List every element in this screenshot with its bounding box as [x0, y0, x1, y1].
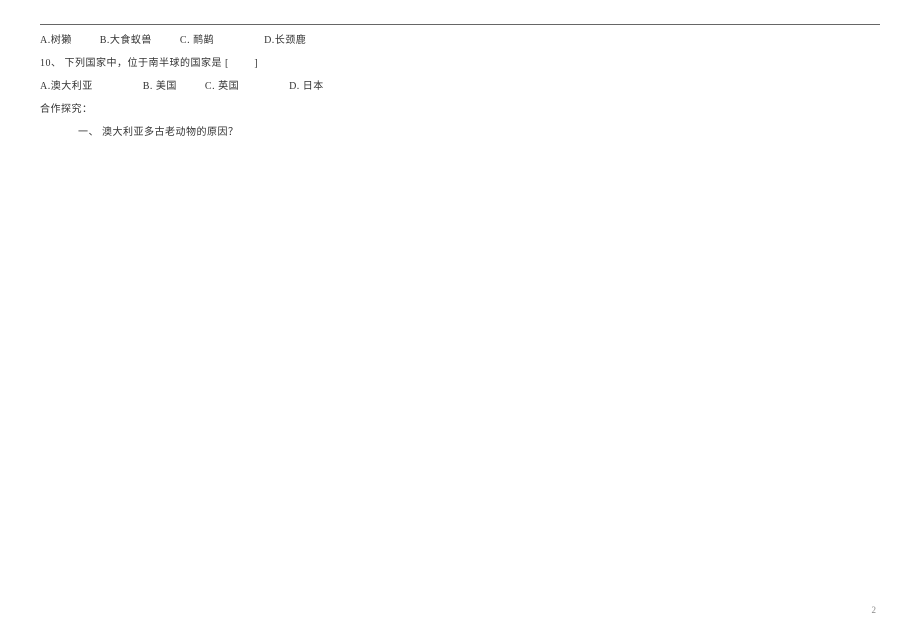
q10-option-b: B. 美国 — [143, 79, 177, 95]
q10-options: A.澳大利亚 B. 美国 C. 英国 D. 日本 — [40, 79, 880, 95]
q9-options: A.树獭 B.大食蚁兽 C. 鸸鹋 D.长颈鹿 — [40, 33, 880, 49]
q9-option-c: C. 鸸鹋 — [180, 33, 214, 49]
q9-option-b: B.大食蚁兽 — [100, 33, 152, 49]
section-item-1: 一、 澳大利亚多古老动物的原因？ — [40, 125, 880, 141]
section-item-1-number: 一、 — [78, 127, 99, 138]
q10-option-a: A.澳大利亚 — [40, 79, 93, 95]
q10-text: 下列国家中，位于南半球的国家是 — [65, 58, 223, 69]
page-number: 2 — [872, 605, 877, 615]
q10-option-c: C. 英国 — [205, 79, 239, 95]
q10-option-d: D. 日本 — [289, 79, 324, 95]
q10-stem: 10、 下列国家中，位于南半球的国家是 [ ] — [40, 56, 880, 72]
q9-option-d: D.长颈鹿 — [264, 33, 306, 49]
q9-option-a: A.树獭 — [40, 33, 72, 49]
document-content: A.树獭 B.大食蚁兽 C. 鸸鹋 D.长颈鹿 10、 下列国家中，位于南半球的… — [40, 24, 880, 141]
section-title: 合作探究： — [40, 102, 880, 118]
q10-number: 10、 — [40, 58, 62, 69]
q10-bracket: [ ] — [225, 58, 260, 69]
section-item-1-text: 澳大利亚多古老动物的原因？ — [102, 127, 239, 138]
